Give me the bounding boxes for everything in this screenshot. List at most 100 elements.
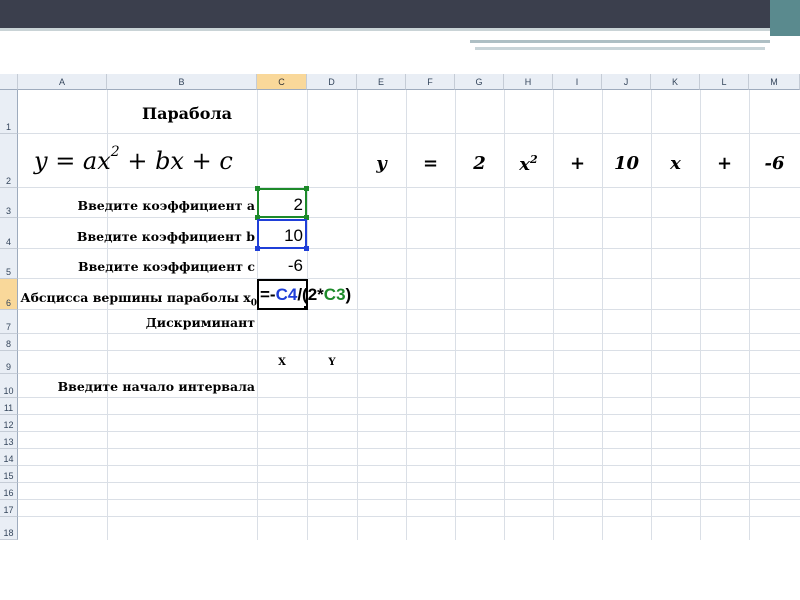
- row-number: 7: [5, 322, 11, 332]
- label-vertex-abscissa: Абсцисса вершины параболы x0: [19, 290, 257, 309]
- row-header[interactable]: 13: [0, 432, 18, 449]
- column-header-b[interactable]: B: [107, 74, 257, 90]
- gridline: [18, 248, 800, 249]
- equation-coef-b: 10: [613, 153, 640, 174]
- gridline: [18, 278, 800, 279]
- row-number: 15: [3, 471, 14, 481]
- gridline: [18, 397, 800, 398]
- row-number: 2: [5, 176, 11, 186]
- gridline: [18, 133, 800, 134]
- row-number: 10: [3, 386, 14, 396]
- row-number: 16: [3, 488, 14, 498]
- row-header[interactable]: 5: [0, 249, 18, 279]
- gridline: [18, 217, 800, 218]
- row-header[interactable]: 15: [0, 466, 18, 483]
- label-coef-a: Введите коэффициент a: [77, 198, 255, 213]
- equation-y: y: [376, 153, 387, 174]
- row-header[interactable]: 14: [0, 449, 18, 466]
- cell-edit-formula[interactable]: =-C4/(2*C3): [260, 285, 351, 305]
- row-number: 11: [3, 403, 14, 413]
- formula-rhs: + bx + c: [119, 147, 233, 175]
- gridline: [18, 516, 800, 517]
- label-coef-c: Введите коэффициент c: [78, 259, 255, 274]
- row-header[interactable]: 18: [0, 517, 18, 540]
- row-number: 6: [5, 298, 11, 308]
- equation-x: x: [670, 153, 681, 174]
- select-all-corner[interactable]: [0, 74, 18, 90]
- row-header[interactable]: 7: [0, 310, 18, 334]
- row-number: 12: [3, 420, 14, 430]
- formula-ref-c3: C3: [323, 285, 346, 304]
- parabola-formula: y = ax2 + bx + c: [34, 144, 233, 175]
- reference-handle[interactable]: [304, 186, 309, 191]
- label-vertex-text: Абсцисса вершины параболы x: [20, 290, 251, 305]
- column-header-g[interactable]: G: [455, 74, 504, 90]
- slide-stripe: [470, 40, 770, 43]
- slide-stripe: [475, 47, 765, 50]
- formula-middle: /(2*: [297, 285, 324, 304]
- row-header[interactable]: 2: [0, 134, 18, 188]
- column-header-d[interactable]: D: [307, 74, 357, 90]
- row-header[interactable]: 3: [0, 188, 18, 218]
- row-number: 1: [5, 122, 11, 132]
- column-header-k[interactable]: K: [651, 74, 700, 90]
- column-header-c[interactable]: C: [257, 74, 307, 90]
- equation-plus: +: [716, 153, 733, 174]
- column-header-m[interactable]: M: [749, 74, 800, 90]
- row-header[interactable]: 6: [0, 279, 18, 310]
- gridline: [307, 90, 308, 540]
- row-number: 17: [3, 505, 14, 515]
- gridline: [18, 448, 800, 449]
- spreadsheet[interactable]: A B C D E F G H I J K L M 1 2 3 4 5 6 7 …: [0, 74, 800, 540]
- row-header[interactable]: 9: [0, 351, 18, 374]
- row-header[interactable]: 16: [0, 483, 18, 500]
- row-header[interactable]: 17: [0, 500, 18, 517]
- slide-top-bar: [0, 0, 800, 28]
- reference-handle[interactable]: [255, 246, 260, 251]
- equation-x: x: [519, 154, 531, 175]
- header-y: Y: [328, 357, 336, 368]
- formula-ref-c4: C4: [275, 285, 298, 304]
- cell-c5-value[interactable]: -6: [257, 256, 303, 276]
- column-header-e[interactable]: E: [357, 74, 406, 90]
- row-header[interactable]: 10: [0, 374, 18, 398]
- slide-corner-accent: [770, 0, 800, 36]
- column-header-h[interactable]: H: [504, 74, 553, 90]
- row-number: 5: [5, 267, 11, 277]
- row-number: 4: [5, 237, 11, 247]
- column-header-j[interactable]: J: [602, 74, 651, 90]
- row-header[interactable]: 4: [0, 218, 18, 249]
- row-number: 18: [3, 528, 14, 538]
- equation-plus: +: [569, 153, 586, 174]
- row-number: 9: [5, 362, 11, 372]
- reference-box-c3: [257, 188, 307, 218]
- row-number: 13: [3, 437, 14, 447]
- equation-x-exponent: 2: [530, 153, 538, 166]
- row-header[interactable]: 11: [0, 398, 18, 415]
- gridline: [18, 482, 800, 483]
- row-number: 8: [5, 339, 11, 349]
- column-header-i[interactable]: I: [553, 74, 602, 90]
- row-header[interactable]: 1: [0, 90, 18, 134]
- gridline: [18, 333, 800, 334]
- formula-exponent: 2: [110, 144, 120, 160]
- row-number: 3: [5, 206, 11, 216]
- gridline: [18, 414, 800, 415]
- column-header-a[interactable]: A: [18, 74, 107, 90]
- row-header[interactable]: 12: [0, 415, 18, 432]
- label-coef-b: Введите коэффициент b: [76, 229, 255, 244]
- gridline: [18, 465, 800, 466]
- reference-box-c4: [257, 219, 307, 249]
- column-header-f[interactable]: F: [406, 74, 455, 90]
- gridline: [18, 350, 800, 351]
- label-discriminant: Дискриминант: [145, 315, 255, 330]
- reference-handle[interactable]: [304, 246, 309, 251]
- gridline: [257, 90, 258, 540]
- fill-handle[interactable]: [304, 306, 308, 310]
- reference-handle[interactable]: [255, 186, 260, 191]
- equation-coef-c: -6: [764, 153, 785, 174]
- gridline: [18, 373, 800, 374]
- row-header[interactable]: 8: [0, 334, 18, 351]
- slide-top-edge: [0, 28, 800, 31]
- column-header-l[interactable]: L: [700, 74, 749, 90]
